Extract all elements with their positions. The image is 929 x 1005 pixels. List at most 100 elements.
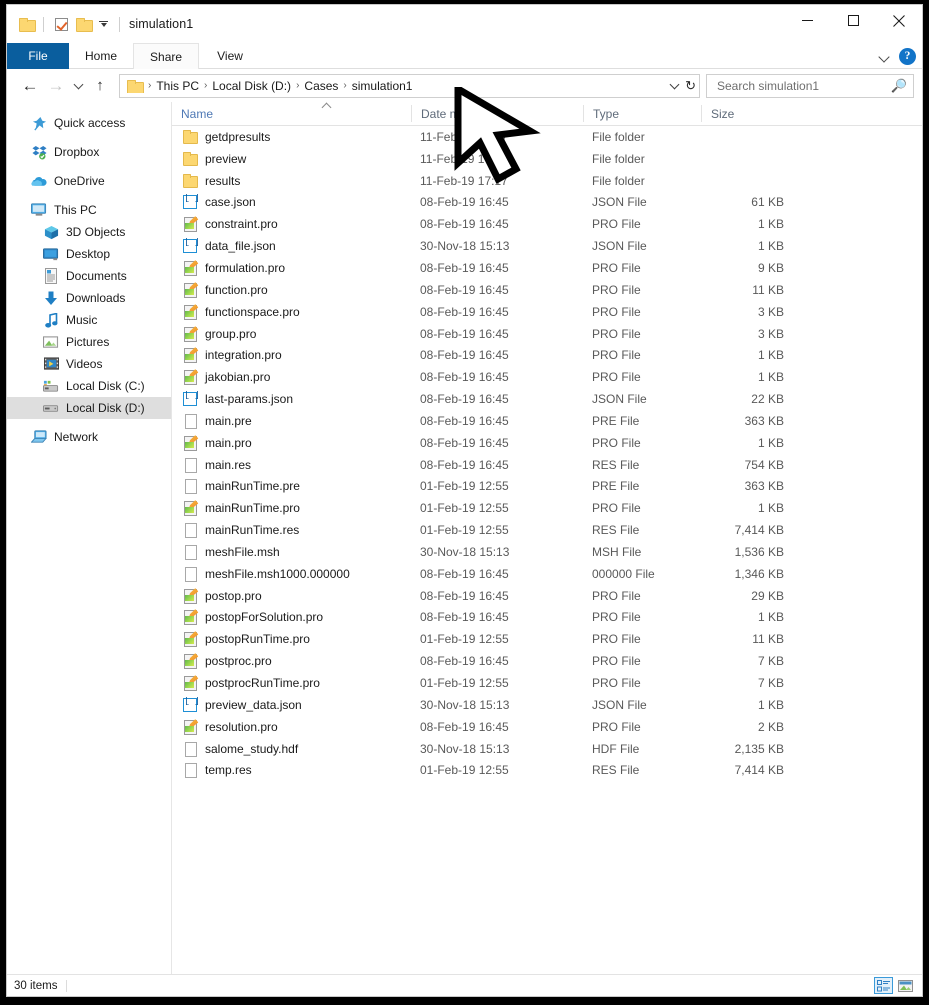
customize-chevron-icon[interactable] [99,20,108,29]
sidebar-item-local-disk-c[interactable]: Local Disk (C:) [7,375,171,397]
table-row[interactable]: meshFile.msh 30-Nov-18 15:13 MSH File 1,536… [172,541,922,563]
breadcrumb-separator-0[interactable]: › [146,80,153,91]
table-row[interactable]: last-params.json 08-Feb-19 16:45 JSON File… [172,388,922,410]
cell-name: mainRunTime.pre [172,478,411,495]
sidebar-item-onedrive[interactable]: OneDrive [7,170,171,192]
sidebar-item-videos[interactable]: Videos [7,353,171,375]
table-row[interactable]: postproc.pro 08-Feb-19 16:45 PRO File 7 KB [172,650,922,672]
table-row[interactable]: jakobian.pro 08-Feb-19 16:45 PRO File 1 KB [172,366,922,388]
table-row[interactable]: constraint.pro 08-Feb-19 16:45 PRO File 1 K… [172,213,922,235]
properties-checkbox-icon[interactable] [50,13,72,35]
tab-view[interactable]: View [199,43,261,69]
address-box[interactable]: › This PC › Local Disk (D:) › Cases › si… [119,73,700,98]
cell-name: results [172,173,411,189]
table-row[interactable]: postprocRunTime.pro 01-Feb-19 12:55 PRO Fi… [172,672,922,694]
cell-date-modified: 01-Feb-19 12:55 [420,763,509,778]
table-row[interactable]: temp.res 01-Feb-19 12:55 RES File 7,414 KB [172,759,922,781]
refresh-icon[interactable]: ↻ [685,78,696,94]
table-row[interactable]: group.pro 08-Feb-19 16:45 PRO File 3 KB [172,323,922,345]
sidebar-item-downloads[interactable]: Downloads [7,287,171,309]
sidebar-item-desktop[interactable]: Desktop [7,243,171,265]
table-row[interactable]: functionspace.pro 08-Feb-19 16:45 PRO File… [172,301,922,323]
column-header-date-modified[interactable]: Date modified [411,105,583,122]
column-header-name[interactable]: Name [172,105,411,122]
table-row[interactable]: meshFile.msh1000.000000 08-Feb-19 16:45 00… [172,563,922,585]
forward-button[interactable]: → [43,73,69,99]
table-row[interactable]: getdpresults 11-Feb-19 17:17 File folder [172,126,922,148]
help-icon[interactable]: ? [899,47,916,65]
navigation-pane: Quick access Dropbox OneDrive This PC 3D Obj… [7,102,172,977]
table-row[interactable]: case.json 08-Feb-19 16:45 JSON File 61 KB [172,192,922,214]
table-row[interactable]: data_file.json 30-Nov-18 15:13 JSON File 1 … [172,235,922,257]
search-input[interactable] [715,77,891,94]
table-row[interactable]: resolution.pro 08-Feb-19 16:45 PRO File 2 K… [172,716,922,738]
table-row[interactable]: main.res 08-Feb-19 16:45 RES File 754 KB [172,454,922,476]
minimize-button[interactable] [784,5,830,36]
table-row[interactable]: main.pro 08-Feb-19 16:45 PRO File 1 KB [172,432,922,454]
up-button[interactable]: ↑ [87,73,113,99]
tab-home[interactable]: Home [69,43,133,69]
sidebar-item-3d-objects[interactable]: 3D Objects [7,221,171,243]
sidebar-item-dropbox[interactable]: Dropbox [7,141,171,163]
file-name-label: salome_study.hdf [205,741,299,756]
breadcrumb-separator-2[interactable]: › [294,80,301,91]
cell-type: PRO File [592,719,641,734]
address-history-chevron-icon[interactable] [667,76,681,96]
sidebar-item-network[interactable]: Network [7,426,171,448]
table-row[interactable]: postopForSolution.pro 08-Feb-19 16:45 PRO … [172,607,922,629]
column-header-size[interactable]: Size [701,105,793,122]
table-row[interactable]: mainRunTime.pro 01-Feb-19 12:55 PRO File 1 … [172,497,922,519]
details-view-button[interactable] [874,977,893,994]
chevron-down-icon[interactable] [879,51,890,62]
search-icon[interactable]: 🔍 [891,78,907,94]
breadcrumb: › This PC › Local Disk (D:) › Cases › si… [125,79,661,93]
recent-locations-chevron-icon[interactable] [69,73,87,99]
cell-type: PRO File [592,260,641,275]
breadcrumb-simulation1[interactable]: simulation1 [349,79,416,93]
large-icons-view-button[interactable] [896,977,915,994]
sidebar-item-pictures[interactable]: Pictures [7,331,171,353]
sidebar-item-local-disk-d[interactable]: Local Disk (D:) [7,397,171,419]
table-row[interactable]: function.pro 08-Feb-19 16:45 PRO File 11 KB [172,279,922,301]
sidebar-item-music[interactable]: Music [7,309,171,331]
up-arrow-icon: ↑ [96,77,104,94]
sidebar-item-documents[interactable]: Documents [7,265,171,287]
table-row[interactable]: integration.pro 08-Feb-19 16:45 PRO File 1 … [172,344,922,366]
back-button[interactable]: ← [17,73,43,99]
table-row[interactable]: formulation.pro 08-Feb-19 16:45 PRO File 9 … [172,257,922,279]
table-row[interactable]: results 11-Feb-19 17:17 File folder [172,170,922,192]
dropbox-icon [31,144,47,160]
breadcrumb-cases[interactable]: Cases [301,79,341,93]
table-row[interactable]: salome_study.hdf 30-Nov-18 15:13 HDF File 2… [172,738,922,760]
file-name-label: integration.pro [205,348,282,363]
table-row[interactable]: main.pre 08-Feb-19 16:45 PRE File 363 KB [172,410,922,432]
search-box[interactable]: 🔍 [706,73,914,98]
breadcrumb-folder-icon [127,79,144,93]
cell-type: MSH File [592,544,642,559]
file-name-label: mainRunTime.pro [205,501,300,516]
tab-share[interactable]: Share [133,43,200,69]
file-name-label: main.pre [205,413,252,428]
breadcrumb-this-pc[interactable]: This PC [153,79,202,93]
breadcrumb-local-disk-d[interactable]: Local Disk (D:) [209,79,294,93]
cell-type: RES File [592,763,640,778]
table-row[interactable]: postop.pro 08-Feb-19 16:45 PRO File 29 KB [172,585,922,607]
cell-size: 3 KB [757,326,784,341]
new-folder-icon[interactable] [72,13,94,35]
close-button[interactable] [876,5,922,36]
maximize-button[interactable] [830,5,876,36]
breadcrumb-separator-1[interactable]: › [202,80,209,91]
table-row[interactable]: preview 11-Feb-19 17:17 File folder [172,148,922,170]
tab-file[interactable]: File [7,43,69,69]
cell-size: 1,346 KB [734,566,784,581]
table-row[interactable]: postopRunTime.pro 01-Feb-19 12:55 PRO File… [172,628,922,650]
column-header-type[interactable]: Type [583,105,701,122]
table-row[interactable]: preview_data.json 30-Nov-18 15:13 JSON Fil… [172,694,922,716]
cell-type: PRO File [592,610,641,625]
table-row[interactable]: mainRunTime.res 01-Feb-19 12:55 RES File 7,… [172,519,922,541]
table-row[interactable]: mainRunTime.pre 01-Feb-19 12:55 PRE File 36… [172,476,922,498]
breadcrumb-separator-3[interactable]: › [341,80,348,91]
sidebar-item-this-pc[interactable]: This PC [7,199,171,221]
sidebar-item-quick-access[interactable]: Quick access [7,112,171,134]
cell-size: 11 KB [752,632,784,647]
